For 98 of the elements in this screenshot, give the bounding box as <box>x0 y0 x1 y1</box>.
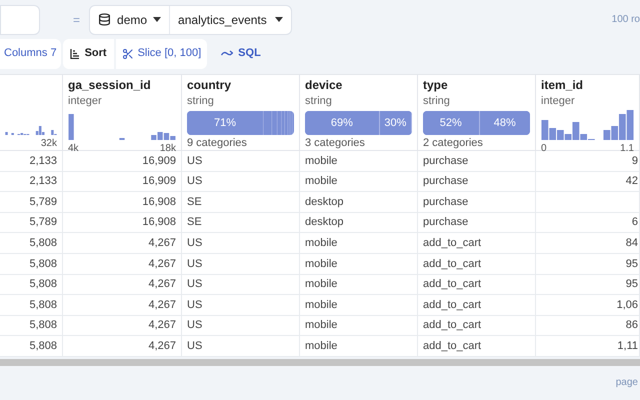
table-cell-text: purchase <box>423 174 468 190</box>
sql-button[interactable]: SQL <box>217 38 265 68</box>
histogram-drawing <box>5 126 57 135</box>
source-dropdown[interactable]: demo <box>90 6 170 34</box>
table-cell-text: 16,909 <box>142 174 176 190</box>
range-max: 18k <box>160 142 176 155</box>
database-icon <box>98 13 112 26</box>
table-cell-text: 95 <box>626 277 638 292</box>
range-max: 1.1 <box>620 142 634 155</box>
table-cell-text: 5,789 <box>29 194 57 210</box>
table-cell-text: mobile <box>305 154 338 169</box>
table-cell-text: 2,133 <box>29 154 57 169</box>
column-type: string <box>305 95 332 107</box>
table-cell-text: 5,808 <box>29 338 57 354</box>
scissors-icon <box>122 48 134 60</box>
table-cell-text: US <box>187 256 202 272</box>
category-segment: 30% <box>378 111 411 135</box>
table-cell-text: US <box>187 154 202 169</box>
table-cell-text: add_to_cart <box>423 298 482 313</box>
caret-icon <box>274 17 283 22</box>
category-count: 9 categories <box>187 137 248 150</box>
columns-button[interactable]: Columns 7 <box>0 38 61 68</box>
table-cell-text: 5,808 <box>29 236 57 251</box>
table-cell-text: 16,908 <box>142 215 176 230</box>
table-cell-text: US <box>187 236 202 251</box>
table-cell-text: mobile <box>305 277 338 292</box>
category-segment: 48% <box>478 111 530 135</box>
table-cell-text: 6 <box>632 215 638 230</box>
table-cell-text: desktop <box>305 194 344 210</box>
table-cell-text: mobile <box>305 298 338 313</box>
table-cell-text: 4,267 <box>148 318 176 334</box>
column-name: country <box>187 78 232 92</box>
column-name: device <box>305 78 342 92</box>
table-cell-text: 86 <box>626 318 638 334</box>
table-cell-text: 4,267 <box>148 298 176 313</box>
table-cell-text: 1,06 <box>616 298 638 313</box>
column-name: item_id <box>541 78 584 92</box>
table-cell-text: purchase <box>423 154 468 169</box>
table-cell-text: 16,909 <box>142 154 176 169</box>
table-cell-text: 42 <box>626 174 638 190</box>
table-cell-text: SE <box>187 194 202 210</box>
horizontal-scrollbar[interactable] <box>0 358 640 366</box>
table-cell-text: purchase <box>423 215 468 230</box>
range-max: 32k <box>40 137 57 150</box>
equals-sign: = <box>73 12 80 28</box>
input-field[interactable] <box>0 4 40 34</box>
range-min: 4k <box>68 142 79 155</box>
table-cell-text: add_to_cart <box>423 318 482 334</box>
column-type: string <box>423 95 450 107</box>
range-min: 0 <box>541 142 547 155</box>
table-cell-text: purchase <box>423 194 468 210</box>
table-cell-text: 16,908 <box>142 194 176 210</box>
table-cell-text: 5,808 <box>29 298 57 313</box>
table-cell-text: 9 <box>632 154 638 169</box>
table-cell-text: mobile <box>305 318 338 334</box>
minor-categories-drawing <box>262 111 294 135</box>
table-cell-text: 5,789 <box>29 215 57 230</box>
sort-button[interactable]: Sort <box>62 38 114 68</box>
table-cell-text: 84 <box>626 236 638 251</box>
column-type: string <box>187 95 214 107</box>
table-cell-text: US <box>187 298 202 313</box>
curved-arrow-icon <box>221 50 234 57</box>
table-cell-text: mobile <box>305 256 338 272</box>
category-count: 2 categories <box>423 137 484 150</box>
table-cell-text: add_to_cart <box>423 236 482 251</box>
table-cell-text: 4,267 <box>148 338 176 354</box>
table-cell-text: mobile <box>305 174 338 190</box>
table-cell-text: 95 <box>626 256 638 272</box>
table-cell-text: mobile <box>305 236 338 251</box>
table-cell-text: US <box>187 318 202 334</box>
table-cell-text: 5,808 <box>29 318 57 334</box>
column-name: type <box>423 78 448 92</box>
table-dropdown[interactable]: analytics_events <box>170 6 291 34</box>
table-cell-text: mobile <box>305 338 338 354</box>
table-cell-text: US <box>187 338 202 354</box>
table-cell-text: SE <box>187 215 202 230</box>
table-cell-text: 4,267 <box>148 277 176 292</box>
page-label: page <box>616 376 639 390</box>
table-cell-text: 2,133 <box>29 174 57 190</box>
table-cell-text: desktop <box>305 215 344 230</box>
table-cell-text: 1,11 <box>617 338 638 354</box>
table-cell-text: US <box>187 277 202 292</box>
slice-button[interactable]: Slice [0, 100] <box>116 38 208 68</box>
row-count: 100 ro <box>612 13 640 27</box>
column-type: integer <box>68 95 102 107</box>
table-cell-text: 5,808 <box>29 277 57 292</box>
table-cell-text: 4,267 <box>148 256 176 272</box>
caret-icon <box>153 17 162 22</box>
table-cell-text: add_to_cart <box>423 256 482 272</box>
column-type: integer <box>541 95 575 107</box>
table-cell-text: 5,808 <box>29 256 57 272</box>
sort-icon <box>70 48 80 58</box>
table-cell-text: US <box>187 174 202 190</box>
table-cell-text: add_to_cart <box>423 277 482 292</box>
category-count: 3 categories <box>305 137 366 150</box>
table-cell-text: 4,267 <box>148 236 176 251</box>
column-name: ga_session_id <box>68 78 151 92</box>
table-cell-text: add_to_cart <box>423 338 482 354</box>
